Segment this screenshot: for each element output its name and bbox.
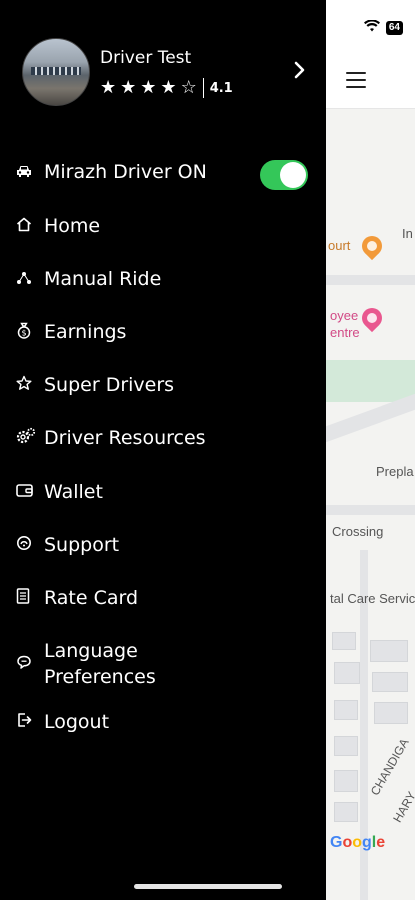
park-area xyxy=(326,360,415,402)
battery-indicator: 64 xyxy=(385,21,403,35)
map-label: Prepla xyxy=(376,464,414,479)
menu-item-language-preferences[interactable]: Language Preferences xyxy=(16,638,156,690)
map-label: HARY xyxy=(390,789,415,825)
map-top-bar xyxy=(326,52,415,109)
restaurant-pin-icon[interactable] xyxy=(357,231,387,261)
building xyxy=(334,662,360,684)
building xyxy=(334,736,358,756)
building xyxy=(334,700,358,720)
menu-item-driver-resources[interactable]: Driver Resources xyxy=(16,425,206,451)
menu-item-home[interactable]: Home xyxy=(16,213,100,239)
building xyxy=(334,770,358,792)
car-icon xyxy=(16,163,38,182)
home-indicator[interactable] xyxy=(134,884,282,889)
driver-status-label: Mirazh Driver ON xyxy=(44,161,207,183)
avatar xyxy=(22,38,90,106)
building xyxy=(372,672,408,692)
menu-item-logout[interactable]: Logout xyxy=(16,709,109,735)
toggle-knob xyxy=(280,162,306,188)
chat-icon xyxy=(16,654,38,674)
profile-header[interactable]: Driver Test ★ ★ ★ ★ ☆ 4.1 xyxy=(22,38,312,106)
gears-icon xyxy=(16,427,38,449)
map-label: CHANDIGA xyxy=(367,736,412,798)
map-label: entre xyxy=(330,325,360,340)
support-icon xyxy=(16,535,38,555)
menu-item-wallet[interactable]: Wallet xyxy=(16,479,103,505)
map-road xyxy=(326,275,415,285)
building xyxy=(370,640,408,662)
map-label: oyee xyxy=(330,308,359,323)
svg-text:$: $ xyxy=(21,328,26,337)
menu-item-manual-ride[interactable]: Manual Ride xyxy=(16,266,161,292)
map-label: Crossing xyxy=(332,524,384,539)
map-road xyxy=(326,505,415,515)
place-pin-icon[interactable] xyxy=(357,303,387,333)
menu-item-super-drivers[interactable]: Super Drivers xyxy=(16,372,174,398)
map-label: ourt xyxy=(328,238,351,253)
menu-item-support[interactable]: Support xyxy=(16,532,119,558)
building xyxy=(334,802,358,822)
rating-stars: ★ ★ ★ ★ ☆ 4.1 xyxy=(100,78,233,98)
driver-status-row: Mirazh Driver ON xyxy=(16,159,207,185)
star-icon xyxy=(16,375,38,395)
rating-divider xyxy=(202,78,204,98)
star-filled-icon: ★ xyxy=(140,77,157,98)
star-filled-icon: ★ xyxy=(160,77,177,98)
wallet-icon xyxy=(16,483,38,502)
logout-icon xyxy=(16,712,38,732)
side-drawer: Driver Test ★ ★ ★ ★ ☆ 4.1 Mirazh Driver … xyxy=(0,0,326,900)
menu-icon[interactable] xyxy=(346,72,366,88)
home-icon xyxy=(16,217,38,236)
wifi-icon xyxy=(363,19,380,36)
status-bar: 64 xyxy=(326,0,415,52)
share-icon xyxy=(16,270,38,289)
star-empty-icon: ☆ xyxy=(180,77,197,98)
building xyxy=(332,632,356,650)
google-logo: Google xyxy=(330,834,386,851)
chevron-right-icon[interactable] xyxy=(294,60,306,84)
online-toggle[interactable] xyxy=(260,160,308,190)
menu-item-rate-card[interactable]: Rate Card xyxy=(16,585,138,611)
building xyxy=(374,702,408,724)
rating-value: 4.1 xyxy=(209,80,233,96)
money-bag-icon: $ xyxy=(16,322,38,343)
driver-name: Driver Test xyxy=(100,48,192,68)
map-label: tal Care Servic xyxy=(330,591,415,606)
document-icon xyxy=(16,588,38,608)
menu-item-earnings[interactable]: $ Earnings xyxy=(16,319,126,345)
star-filled-icon: ★ xyxy=(120,77,137,98)
map-label: In xyxy=(402,226,413,241)
star-filled-icon: ★ xyxy=(100,77,117,98)
